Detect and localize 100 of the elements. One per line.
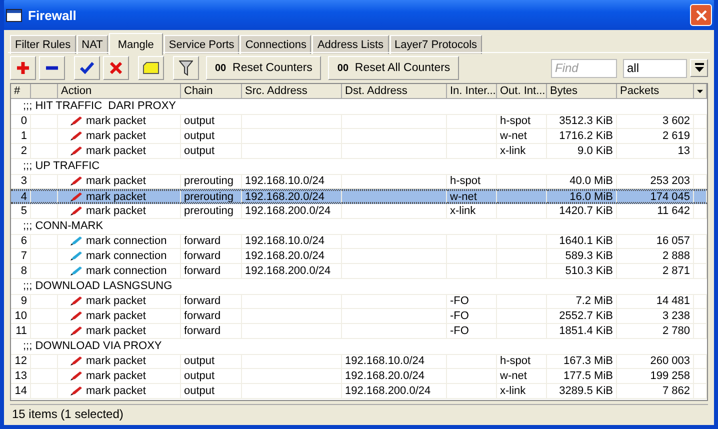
column-header[interactable]: Src. Address <box>242 84 342 99</box>
comment-row: ;;; UP TRAFFIC <box>11 159 707 175</box>
table-cell: 0 <box>11 114 31 129</box>
add-button[interactable] <box>10 56 36 80</box>
table-cell: w-net <box>497 369 547 384</box>
tab[interactable]: Address Lists <box>312 35 388 54</box>
column-header[interactable]: Chain <box>181 84 242 99</box>
table-cell: 1 <box>11 129 31 144</box>
table-cell: 12 <box>11 354 31 369</box>
table-cell: forward <box>181 249 242 264</box>
table-cell: 510.3 KiB <box>547 264 617 279</box>
table-row[interactable]: 6 mark connection forward 192.168.10.0/24 1640.1 KiB 16 057 <box>11 234 707 249</box>
remove-button[interactable] <box>39 56 65 80</box>
table-cell: 7 862 <box>617 384 694 399</box>
table-cell: mark connection <box>86 264 167 278</box>
column-header[interactable]: In. Inter... <box>447 84 497 99</box>
note-icon <box>143 62 159 74</box>
table-cell: 174 045 <box>617 190 694 203</box>
table-cell: x-link <box>497 384 547 399</box>
table-row[interactable]: 14 mark packet output 192.168.200.0/24 x-link 3289.5 KiB 7 862 <box>11 384 707 399</box>
table-cell: prerouting <box>181 190 242 203</box>
table-cell: h-spot <box>497 114 547 129</box>
comment-button[interactable] <box>138 56 164 80</box>
table-cell: 192.168.200.0/24 <box>342 384 447 399</box>
table-cell <box>497 190 547 203</box>
table-row[interactable]: 10 mark packet forward -FO 2552.7 KiB 3 238 <box>11 309 707 324</box>
table-row[interactable]: 9 mark packet forward -FO 7.2 MiB 14 481 <box>11 294 707 309</box>
table-cell: x-link <box>447 204 497 219</box>
table-cell: mark connection <box>86 234 167 248</box>
column-header[interactable]: Out. Int... <box>497 84 547 99</box>
table-cell <box>447 369 497 384</box>
table-cell: output <box>181 354 242 369</box>
table-cell: 177.5 MiB <box>547 369 617 384</box>
table-cell: -FO <box>447 324 497 339</box>
table-cell: mark packet <box>86 369 146 383</box>
close-button[interactable] <box>690 4 712 26</box>
find-field[interactable]: Find <box>551 58 617 78</box>
tab[interactable]: Layer7 Protocols <box>390 35 482 54</box>
table-cell: 192.168.10.0/24 <box>342 354 447 369</box>
table-cell: 14 481 <box>617 294 694 309</box>
enable-button[interactable] <box>74 56 100 80</box>
table-cell: mark connection <box>86 249 167 263</box>
column-header[interactable]: Action <box>58 84 181 99</box>
table-row[interactable]: 2 mark packet output x-link 9.0 KiB 13 <box>11 144 707 159</box>
table-row[interactable]: 12 mark packet output 192.168.10.0/24 h-spot 167.3 MiB 260 003 <box>11 354 707 369</box>
tab[interactable]: NAT <box>76 35 108 54</box>
table-cell: 14 <box>11 384 31 399</box>
tab[interactable]: Filter Rules <box>10 35 76 54</box>
filter-icon <box>179 60 193 76</box>
comment-row: ;;; DOWNLOAD VIA PROXY <box>11 339 707 355</box>
table-cell: 167.3 MiB <box>547 354 617 369</box>
table-cell: output <box>181 129 242 144</box>
column-header[interactable]: Packets <box>617 84 694 99</box>
reset-button[interactable]: 00 Reset Counters <box>206 56 322 80</box>
table-cell: mark packet <box>86 324 146 338</box>
table-cell <box>497 249 547 264</box>
filter-dropdown[interactable]: all <box>623 58 687 78</box>
dropdown-button[interactable] <box>690 59 708 77</box>
table-cell: x-link <box>497 144 547 159</box>
tab[interactable]: Service Ports <box>164 35 240 54</box>
table-row[interactable]: 7 mark connection forward 192.168.20.0/24 589.3 KiB 2 888 <box>11 249 707 264</box>
table-cell: 192.168.20.0/24 <box>242 190 342 203</box>
plus-icon <box>16 61 30 75</box>
table-row[interactable]: 0 mark packet output h-spot 3512.3 KiB 3 602 <box>11 114 707 129</box>
column-header[interactable]: Bytes <box>547 84 617 99</box>
column-menu-button[interactable] <box>694 84 707 99</box>
tab[interactable]: Mangle <box>108 33 163 55</box>
table-cell: output <box>181 384 242 399</box>
table-cell: mark packet <box>86 174 146 188</box>
table-cell: 192.168.20.0/24 <box>242 249 342 264</box>
reset-button[interactable]: 00 Reset All Counters <box>328 56 460 80</box>
table-cell: 199 258 <box>617 369 694 384</box>
table-cell: 8 <box>11 264 31 279</box>
window-icon <box>6 8 22 22</box>
table-cell <box>447 354 497 369</box>
table-cell: forward <box>181 234 242 249</box>
table-row[interactable]: 4 mark packet prerouting 192.168.20.0/24 w-net 16.0 MiB 174 045 <box>11 189 707 204</box>
table-row[interactable]: 1 mark packet output w-net 1716.2 KiB 2 619 <box>11 129 707 144</box>
table-cell: 10 <box>11 309 31 324</box>
table-row[interactable]: 8 mark connection forward 192.168.200.0/24 510.3 KiB 2 871 <box>11 264 707 279</box>
disable-button[interactable] <box>103 56 129 80</box>
table-cell: 6 <box>11 234 31 249</box>
table-cell: 13 <box>11 369 31 384</box>
caret-icon <box>697 88 703 94</box>
column-header[interactable]: # <box>11 84 31 99</box>
table-cell: forward <box>181 294 242 309</box>
table-cell: w-net <box>497 129 547 144</box>
table-cell: mark packet <box>86 204 146 218</box>
table-cell: 589.3 KiB <box>547 249 617 264</box>
table-cell: 1420.7 KiB <box>547 204 617 219</box>
tab[interactable]: Connections <box>240 35 312 54</box>
close-icon <box>696 10 706 20</box>
table-row[interactable]: 13 mark packet output 192.168.20.0/24 w-net 177.5 MiB 199 258 <box>11 369 707 384</box>
column-header[interactable]: Dst. Address <box>342 84 447 99</box>
table-cell: output <box>181 369 242 384</box>
table-cell <box>447 234 497 249</box>
table-row[interactable]: 5 mark packet prerouting 192.168.200.0/24 x-link 1420.7 KiB 11 642 <box>11 204 707 219</box>
table-cell: -FO <box>447 294 497 309</box>
filter-button[interactable] <box>173 56 199 80</box>
table-row[interactable]: 11 mark packet forward -FO 1851.4 KiB 2 780 <box>11 324 707 339</box>
